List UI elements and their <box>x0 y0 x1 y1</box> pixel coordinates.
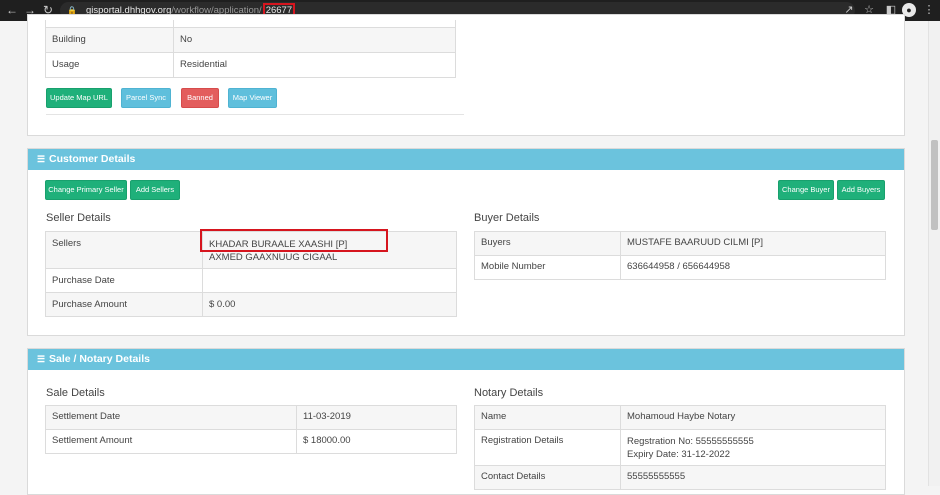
table-row: Purchase Amount $ 0.00 <box>45 292 457 317</box>
sale-details-title: Sale Details <box>46 387 105 399</box>
menu-dots-icon[interactable]: ⋮ <box>922 3 936 17</box>
registration-number: Regstration No: 55555555555 <box>627 436 754 447</box>
sale-notary-heading: ☰ Sale / Notary Details <box>28 349 904 370</box>
table-row: Purchase Date <box>45 268 457 293</box>
add-sellers-button[interactable]: Add Sellers <box>130 180 180 200</box>
back-arrow-icon[interactable]: ← <box>4 2 20 18</box>
page-scrollbar[interactable] <box>928 21 940 486</box>
table-row: Settlement Date 11-03-2019 <box>45 405 457 430</box>
purchase-amount-value: $ 0.00 <box>202 292 457 317</box>
buyer-details-title: Buyer Details <box>474 212 540 224</box>
usage-value: Residential <box>173 51 456 78</box>
table-row: Mobile Number 636644958 / 656644958 <box>474 255 886 280</box>
parcel-sync-button[interactable]: Parcel Sync <box>121 88 171 108</box>
list-icon: ☰ <box>37 154 46 164</box>
notary-name-label: Name <box>474 405 621 430</box>
settlement-date-value: 11-03-2019 <box>296 405 457 430</box>
change-buyer-button[interactable]: Change Buyer <box>778 180 834 200</box>
table-row: Registration Details Regstration No: 555… <box>474 429 886 466</box>
table-row: Settlement Amount $ 18000.00 <box>45 429 457 454</box>
expiry-date: Expiry Date: 31-12-2022 <box>627 449 730 460</box>
property-details-panel: Building No Usage Residential Update Map… <box>27 14 905 136</box>
seller-secondary: AXMED GAAXNUUG CIGAAL <box>209 252 338 263</box>
map-viewer-button[interactable]: Map Viewer <box>228 88 277 108</box>
sellers-label: Sellers <box>45 231 203 269</box>
buyers-value: MUSTAFE BAARUUD CILMI [P] <box>620 231 886 256</box>
building-label: Building <box>45 26 174 53</box>
table-row: Building No <box>45 26 456 53</box>
table-row: Buyers MUSTAFE BAARUUD CILMI [P] <box>474 231 886 256</box>
usage-label: Usage <box>45 51 174 78</box>
purchase-date-label: Purchase Date <box>45 268 203 293</box>
notary-name-value: Mohamoud Haybe Notary <box>620 405 886 430</box>
settlement-amount-label: Settlement Amount <box>45 429 297 454</box>
scrollbar-thumb[interactable] <box>931 140 938 230</box>
customer-details-heading: ☰ Customer Details <box>28 149 904 170</box>
panel-title: Customer Details <box>49 153 136 165</box>
sale-details-table: Settlement Date 11-03-2019 Settlement Am… <box>45 405 457 454</box>
notary-details-table: Name Mohamoud Haybe Notary Registration … <box>474 405 886 490</box>
settlement-date-label: Settlement Date <box>45 405 297 430</box>
mobile-number-value: 636644958 / 656644958 <box>620 255 886 280</box>
highlight-box <box>200 229 388 252</box>
seller-details-title: Seller Details <box>46 212 111 224</box>
purchase-amount-label: Purchase Amount <box>45 292 203 317</box>
buyers-label: Buyers <box>474 231 621 256</box>
update-map-url-button[interactable]: Update Map URL <box>46 88 112 108</box>
sale-notary-panel: ☰ Sale / Notary Details Sale Details Set… <box>27 348 905 495</box>
panel-title: Sale / Notary Details <box>49 353 150 365</box>
registration-details-label: Registration Details <box>474 429 621 466</box>
mobile-number-label: Mobile Number <box>474 255 621 280</box>
customer-details-panel: ☰ Customer Details Change Primary Seller… <box>27 148 905 336</box>
registration-details-value: Regstration No: 55555555555 Expiry Date:… <box>620 429 886 466</box>
building-value: No <box>173 26 456 53</box>
buyer-details-table: Buyers MUSTAFE BAARUUD CILMI [P] Mobile … <box>474 231 886 280</box>
purchase-date-value <box>202 268 457 293</box>
list-icon: ☰ <box>37 354 46 364</box>
notary-details-title: Notary Details <box>474 387 544 399</box>
table-row: Name Mohamoud Haybe Notary <box>474 405 886 430</box>
settlement-amount-value: $ 18000.00 <box>296 429 457 454</box>
divider <box>46 114 464 115</box>
banned-button[interactable]: Banned <box>181 88 219 108</box>
table-row: Usage Residential <box>45 51 456 78</box>
add-buyers-button[interactable]: Add Buyers <box>837 180 885 200</box>
property-details-table: Building No Usage Residential <box>45 20 456 78</box>
change-primary-seller-button[interactable]: Change Primary Seller <box>45 180 127 200</box>
